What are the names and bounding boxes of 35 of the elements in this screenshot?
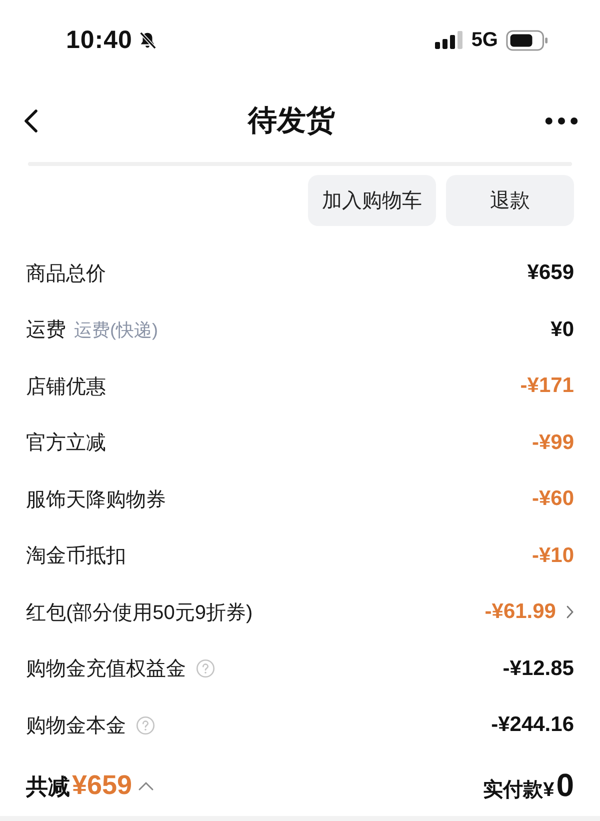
fee-amount: -¥12.85	[502, 656, 574, 681]
fee-label: 红包(部分使用50元9折券)	[26, 600, 253, 626]
network-label: 5G	[471, 28, 498, 52]
battery-icon	[506, 30, 548, 50]
paid-label: 实付款¥	[483, 778, 554, 803]
fee-amount: -¥60	[532, 487, 574, 512]
page-title: 待发货	[248, 104, 335, 139]
fee-label: 购物金本金	[26, 714, 126, 739]
fee-label: 运费	[26, 318, 66, 344]
total-saved-label: 共减	[26, 772, 70, 800]
fee-amount: ¥0	[550, 318, 574, 342]
caret-icon[interactable]	[138, 780, 154, 790]
more-icon[interactable]	[545, 117, 578, 125]
fee-label: 淘金币抵扣	[26, 544, 126, 570]
fee-label: 购物金充值权益金	[26, 657, 186, 682]
action-button[interactable]: 加入购物车	[308, 175, 436, 226]
bell-muted-icon	[138, 30, 158, 50]
paid-amount: 0	[556, 767, 574, 804]
back-icon[interactable]	[24, 109, 38, 133]
status-time: 10:40	[66, 26, 132, 54]
fee-label: 商品总价	[26, 262, 106, 287]
fee-label: 店铺优惠	[26, 374, 106, 400]
fee-amount: -¥244.16	[491, 713, 574, 738]
fee-amount: -¥171	[520, 374, 574, 398]
fee-label: 服饰天降购物券	[26, 488, 166, 513]
fee-note: 运费(快递)	[74, 318, 158, 342]
total-saved-amount: ¥659	[72, 770, 132, 800]
fee-label: 官方立减	[26, 431, 106, 456]
signal-icon	[435, 31, 464, 49]
action-button[interactable]: 退款	[446, 175, 574, 226]
fee-amount: -¥99	[532, 430, 574, 455]
chevron-right-icon[interactable]	[566, 605, 574, 620]
fee-amount: -¥61.99	[484, 600, 556, 624]
fee-amount: -¥10	[532, 544, 574, 568]
fee-amount: ¥659	[527, 261, 574, 286]
